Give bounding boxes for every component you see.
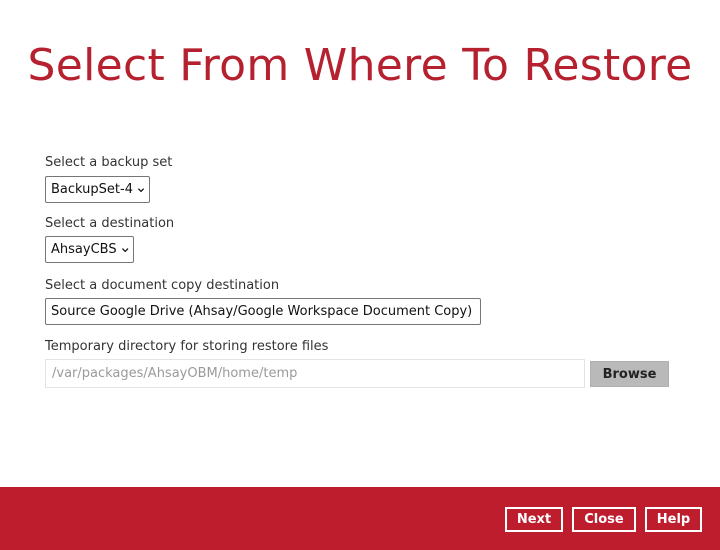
next-button[interactable]: Next	[505, 507, 563, 532]
destination-value: AhsayCBS	[51, 242, 117, 257]
backup-set-select[interactable]: BackupSet-4	[45, 176, 150, 203]
document-copy-destination-select[interactable]: Source Google Drive (Ahsay/Google Worksp…	[45, 298, 481, 325]
footer-bar: Next Close Help	[0, 487, 720, 550]
browse-button[interactable]: Browse	[590, 361, 669, 387]
backup-set-value: BackupSet-4	[51, 182, 133, 197]
document-copy-destination-label: Select a document copy destination	[45, 278, 280, 293]
chevron-down-icon	[137, 187, 145, 192]
temp-directory-input[interactable]	[45, 359, 585, 388]
chevron-down-icon	[121, 247, 129, 252]
close-button[interactable]: Close	[572, 507, 636, 532]
backup-set-label: Select a backup set	[45, 155, 173, 170]
help-button[interactable]: Help	[645, 507, 702, 532]
temp-directory-label: Temporary directory for storing restore …	[45, 339, 329, 354]
page-title: Select From Where To Restore	[27, 40, 693, 91]
destination-select[interactable]: AhsayCBS	[45, 236, 134, 263]
document-copy-destination-value: Source Google Drive (Ahsay/Google Worksp…	[51, 304, 473, 319]
destination-label: Select a destination	[45, 216, 175, 231]
